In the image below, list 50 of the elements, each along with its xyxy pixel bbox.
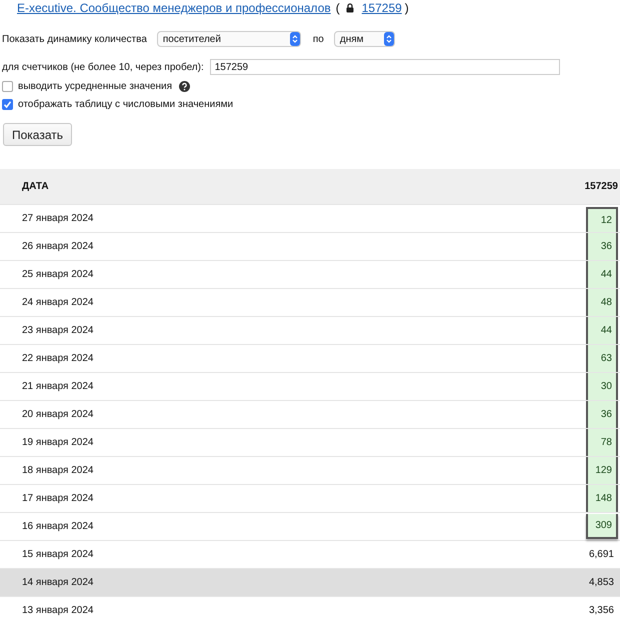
column-header: 157259 xyxy=(577,169,620,204)
table-cell: 26 января 2024 xyxy=(0,232,577,260)
option-label: отображать таблицу с числовыми значениями xyxy=(18,99,234,110)
column-header: ДАТА xyxy=(0,169,577,204)
counters-field[interactable]: 157259 xyxy=(210,59,560,75)
table-cell: 22 января 2024 xyxy=(0,344,577,372)
table-cell: 30 xyxy=(586,373,618,400)
table-cell: 18 января 2024 xyxy=(0,456,577,484)
table-cell: 13 января 2024 xyxy=(0,596,577,624)
metric-select[interactable]: посетителей xyxy=(156,31,301,47)
table-cell: 16 января 2024 xyxy=(0,512,577,540)
table-cell: 17 января 2024 xyxy=(0,484,577,512)
up-down-arrows-icon xyxy=(292,34,298,44)
table-cell: 27 января 2024 xyxy=(0,204,577,232)
table-cell: 12 xyxy=(586,207,618,232)
table-cell-text: 6,691 xyxy=(588,548,615,562)
table-cell-text: 3,356 xyxy=(588,604,615,618)
table-cell: 20 января 2024 xyxy=(0,400,577,428)
table-cell: 44 xyxy=(586,261,618,288)
paren-text: ) xyxy=(404,1,409,15)
table-cell: 36 xyxy=(586,401,618,428)
up-down-arrows-icon xyxy=(386,34,392,44)
table-cell: 44 xyxy=(586,317,618,344)
counters-label: для счетчиков (не более 10, через пробел): xyxy=(2,62,204,72)
option-label: выводить усредненные значения xyxy=(18,81,172,92)
checkbox[interactable] xyxy=(2,99,13,110)
table-cell: 63 xyxy=(586,345,618,372)
show-button[interactable]: Показать xyxy=(3,123,72,146)
by-label: по xyxy=(312,34,324,44)
table-cell: 36 xyxy=(586,233,618,260)
table-cell: 14 января 2024 xyxy=(0,568,577,596)
checkbox[interactable] xyxy=(2,81,13,92)
table-cell: 23 января 2024 xyxy=(0,316,577,344)
site-link[interactable]: E-xecutive. Сообщество менеджеров и профессионалов xyxy=(17,1,331,15)
counter-link[interactable]: 157259 xyxy=(362,1,402,15)
table-cell: 309 xyxy=(586,514,618,539)
table-cell-text: 4,853 xyxy=(588,576,615,590)
table-cell: 78 xyxy=(586,429,618,456)
table-cell: 19 января 2024 xyxy=(0,428,577,456)
filter-label: Показать динамику количества xyxy=(2,34,147,44)
table-cell: 148 xyxy=(586,485,618,512)
paren-text: ( xyxy=(336,1,340,15)
table-cell: 25 января 2024 xyxy=(0,260,577,288)
period-select[interactable]: дням xyxy=(334,31,395,47)
help-icon[interactable] xyxy=(179,81,190,92)
lock-icon xyxy=(346,3,354,13)
table-cell: 48 xyxy=(586,289,618,316)
table-cell: 21 января 2024 xyxy=(0,372,577,400)
table-cell: 129 xyxy=(586,457,618,484)
table-cell: 24 января 2024 xyxy=(0,288,577,316)
